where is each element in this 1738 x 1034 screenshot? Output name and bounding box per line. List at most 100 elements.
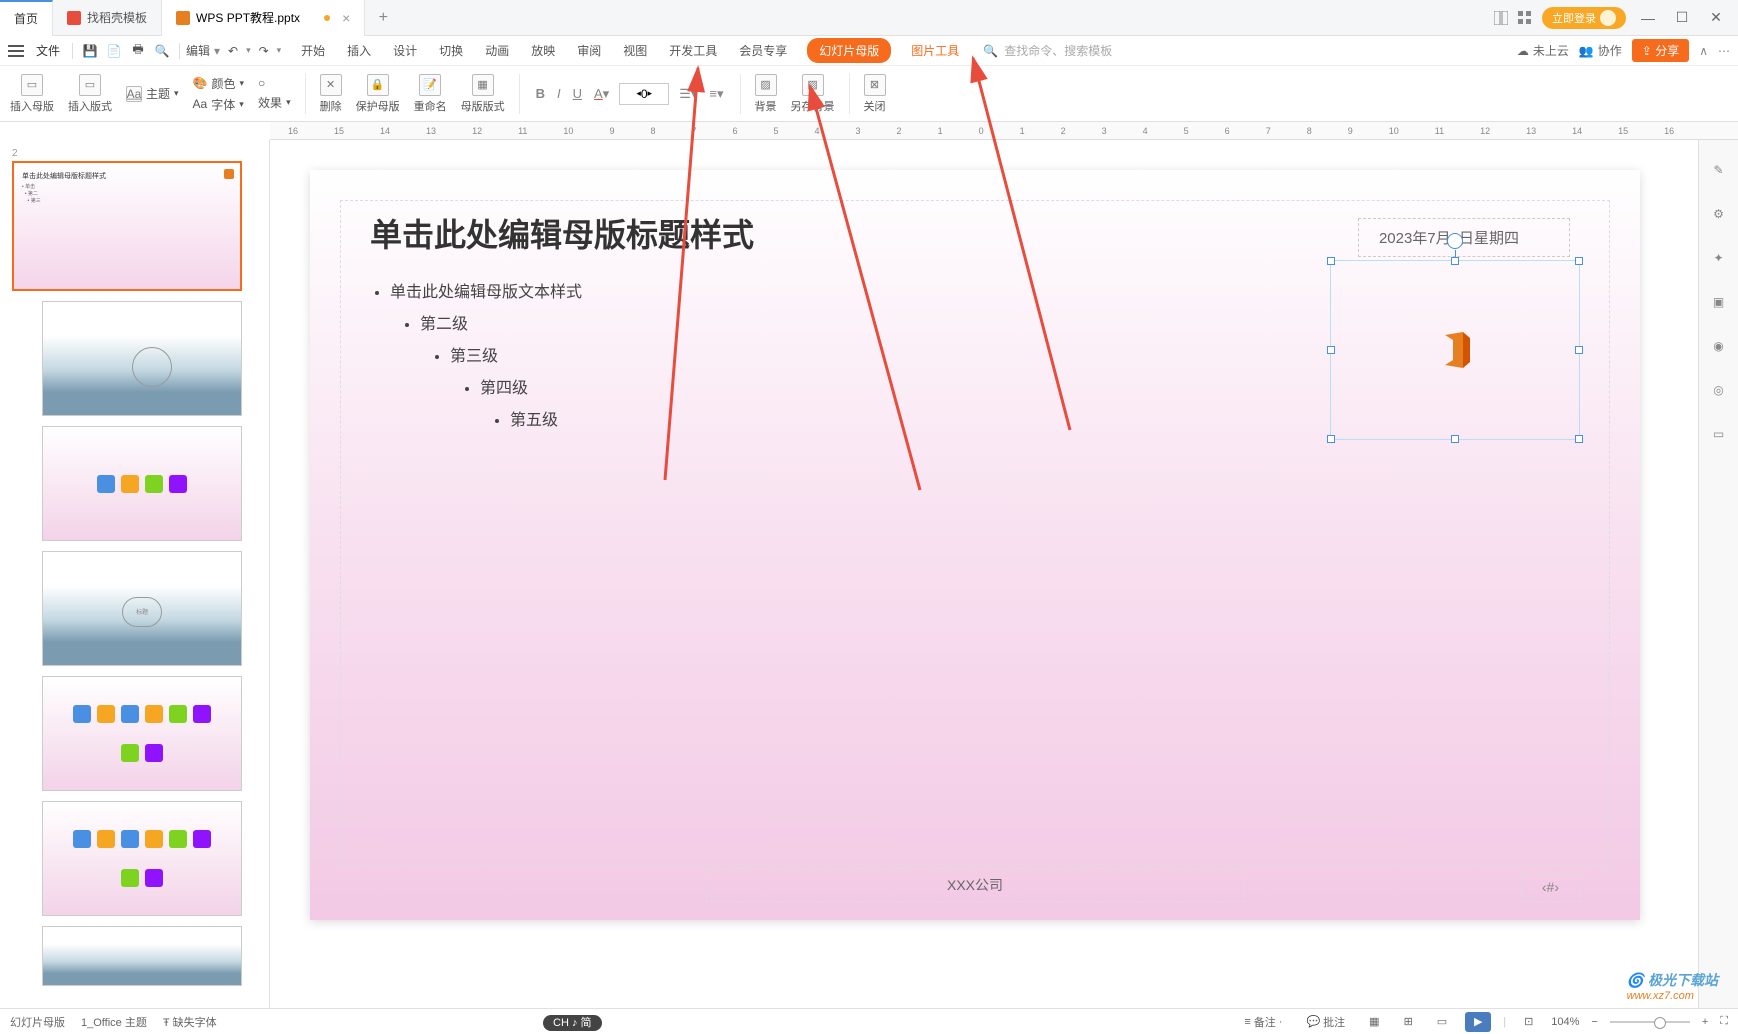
tab-slideshow[interactable]: 放映 bbox=[529, 38, 557, 63]
zoom-slider[interactable] bbox=[1610, 1021, 1690, 1023]
print-icon[interactable]: 🖶 bbox=[127, 40, 149, 62]
tab-picture-tools[interactable]: 图片工具 bbox=[909, 38, 961, 63]
delete-button[interactable]: ✕删除 bbox=[320, 74, 342, 114]
status-missing-font[interactable]: Ŧ 缺失字体 bbox=[163, 1014, 217, 1030]
date-placeholder[interactable]: 2023年7月6日星期四 bbox=[1358, 218, 1570, 257]
redo-dropdown-icon[interactable]: ▾ bbox=[277, 45, 282, 56]
collab-button[interactable]: 👥 协作 bbox=[1579, 42, 1622, 59]
resize-handle-bm[interactable] bbox=[1451, 435, 1459, 443]
close-icon[interactable]: × bbox=[342, 10, 350, 26]
underline-button[interactable]: U bbox=[571, 84, 584, 103]
zoom-in-button[interactable]: + bbox=[1702, 1016, 1708, 1028]
fullscreen-icon[interactable]: ⛶ bbox=[1720, 1015, 1728, 1028]
thumbnail-layout-3[interactable]: 标题 bbox=[42, 551, 242, 666]
edit-dropdown-icon[interactable]: ▾ bbox=[214, 44, 220, 58]
tab-document[interactable]: WPS PPT教程.pptx × bbox=[162, 0, 365, 36]
font-color-button[interactable]: A▾ bbox=[592, 84, 611, 104]
bold-button[interactable]: B bbox=[534, 84, 547, 103]
maximize-button[interactable]: ☐ bbox=[1670, 6, 1694, 30]
footer-placeholder[interactable]: XXX公司 bbox=[706, 868, 1244, 902]
undo-dropdown-icon[interactable]: ▾ bbox=[246, 45, 251, 56]
tab-vip[interactable]: 会员专享 bbox=[737, 38, 789, 63]
thumbnail-layout-6[interactable] bbox=[42, 926, 242, 986]
search-box[interactable]: 🔍 查找命令、搜索模板 bbox=[983, 42, 1112, 59]
tab-home[interactable]: 首页 bbox=[0, 0, 53, 36]
effect-button[interactable]: ○ bbox=[258, 76, 291, 90]
fit-icon[interactable]: ⊡ bbox=[1518, 1013, 1539, 1030]
settings-icon[interactable]: ⚙ bbox=[1709, 204, 1729, 224]
undo-icon[interactable]: ↶ bbox=[222, 40, 244, 62]
font-button[interactable]: Aa 字体▾ bbox=[193, 96, 245, 113]
resize-handle-tl[interactable] bbox=[1327, 257, 1335, 265]
insert-master-button[interactable]: ▭ 插入母版 bbox=[10, 74, 54, 114]
italic-button[interactable]: I bbox=[555, 84, 563, 103]
tab-transition[interactable]: 切换 bbox=[437, 38, 465, 63]
comment-icon[interactable]: ▭ bbox=[1709, 424, 1729, 444]
insert-layout-button[interactable]: ▭ 插入版式 bbox=[68, 74, 112, 114]
body-placeholder[interactable]: 单击此处编辑母版文本样式 第二级 第三级 第四级 第五级 bbox=[370, 270, 582, 438]
thumbnail-layout-2[interactable] bbox=[42, 426, 242, 541]
tab-review[interactable]: 审阅 bbox=[575, 38, 603, 63]
file-menu[interactable]: 文件 bbox=[30, 42, 66, 59]
theme-button[interactable]: A̲a̲主题▾ bbox=[126, 85, 179, 102]
tab-view[interactable]: 视图 bbox=[621, 38, 649, 63]
title-placeholder[interactable]: 单击此处编辑母版标题样式 bbox=[370, 210, 754, 256]
thumbnail-master[interactable]: 单击此处编辑母版标题样式 • 单击 • 第二 • 第三 bbox=[12, 161, 242, 291]
ime-indicator[interactable]: CH ♪ 简 bbox=[543, 1015, 602, 1031]
view-sorter-icon[interactable]: ⊞ bbox=[1398, 1013, 1419, 1030]
hamburger-icon[interactable] bbox=[8, 45, 24, 57]
new-tab-button[interactable]: + bbox=[365, 9, 401, 27]
bullets-button[interactable]: ☰▾ bbox=[677, 84, 699, 104]
tab-insert[interactable]: 插入 bbox=[345, 38, 373, 63]
resize-handle-mr[interactable] bbox=[1575, 346, 1583, 354]
template-icon[interactable]: ▣ bbox=[1709, 292, 1729, 312]
font-size-input[interactable]: ◂ 0 ▸ bbox=[619, 83, 669, 105]
master-layout-button[interactable]: ▦母版版式 bbox=[461, 74, 505, 114]
resize-handle-tr[interactable] bbox=[1575, 257, 1583, 265]
slide-panel[interactable]: 2 单击此处编辑母版标题样式 • 单击 • 第二 • 第三 标题 bbox=[0, 140, 270, 1010]
zoom-out-button[interactable]: − bbox=[1591, 1016, 1597, 1028]
tab-dev[interactable]: 开发工具 bbox=[667, 38, 719, 63]
logo-selection-box[interactable] bbox=[1330, 260, 1580, 440]
sparkle-icon[interactable]: ✦ bbox=[1709, 248, 1729, 268]
close-master-button[interactable]: ⊠关闭 bbox=[864, 74, 886, 114]
resize-handle-ml[interactable] bbox=[1327, 346, 1335, 354]
rename-button[interactable]: 📝重命名 bbox=[414, 74, 447, 114]
protect-button[interactable]: 🔒保护母版 bbox=[356, 74, 400, 114]
rotate-handle[interactable] bbox=[1447, 233, 1463, 249]
tab-docer[interactable]: 找稻壳模板 bbox=[53, 0, 162, 36]
saveas-icon[interactable]: 📄 bbox=[103, 40, 125, 62]
printpreview-icon[interactable]: 🔍 bbox=[151, 40, 173, 62]
thumbnail-layout-4[interactable] bbox=[42, 676, 242, 791]
workspace-icon[interactable] bbox=[1494, 11, 1508, 25]
redo-icon[interactable]: ↷ bbox=[253, 40, 275, 62]
tab-start[interactable]: 开始 bbox=[299, 38, 327, 63]
resize-handle-tm[interactable] bbox=[1451, 257, 1459, 265]
close-window-button[interactable]: ✕ bbox=[1704, 6, 1728, 30]
slide-master[interactable]: 单击此处编辑母版标题样式 单击此处编辑母版文本样式 第二级 第三级 第四级 第五… bbox=[310, 170, 1640, 920]
location-icon[interactable]: ◎ bbox=[1709, 380, 1729, 400]
thumbnail-layout-5[interactable] bbox=[42, 801, 242, 916]
edit-menu[interactable]: 编辑 bbox=[186, 42, 210, 59]
tab-animation[interactable]: 动画 bbox=[483, 38, 511, 63]
slide-canvas[interactable]: 单击此处编辑母版标题样式 单击此处编辑母版文本样式 第二级 第三级 第四级 第五… bbox=[270, 140, 1698, 1010]
color-button[interactable]: 🎨颜色▾ bbox=[193, 75, 245, 92]
comments-button[interactable]: 💬 批注 bbox=[1300, 1012, 1351, 1032]
tab-design[interactable]: 设计 bbox=[391, 38, 419, 63]
slide-number-placeholder[interactable]: ‹#› bbox=[1521, 872, 1580, 902]
view-normal-icon[interactable]: ▦ bbox=[1363, 1013, 1385, 1030]
background-button[interactable]: ▨背景 bbox=[755, 74, 777, 114]
slideshow-button[interactable]: ▶ bbox=[1465, 1012, 1491, 1032]
resize-handle-br[interactable] bbox=[1575, 435, 1583, 443]
save-icon[interactable]: 💾 bbox=[79, 40, 101, 62]
notes-button[interactable]: ≡ 备注 · bbox=[1238, 1012, 1288, 1032]
share-button[interactable]: ⇪ 分享 bbox=[1632, 39, 1689, 62]
save-background-button[interactable]: ▨另存背景 bbox=[791, 74, 835, 114]
apps-icon[interactable] bbox=[1518, 11, 1532, 25]
login-button[interactable]: 立即登录 bbox=[1542, 7, 1626, 29]
numbering-button[interactable]: ≡▾ bbox=[707, 84, 725, 104]
tab-slide-master[interactable]: 幻灯片母版 bbox=[807, 38, 891, 63]
view-reading-icon[interactable]: ▭ bbox=[1431, 1013, 1453, 1030]
resize-handle-bl[interactable] bbox=[1327, 435, 1335, 443]
more-icon[interactable]: ⋯ bbox=[1718, 44, 1730, 58]
